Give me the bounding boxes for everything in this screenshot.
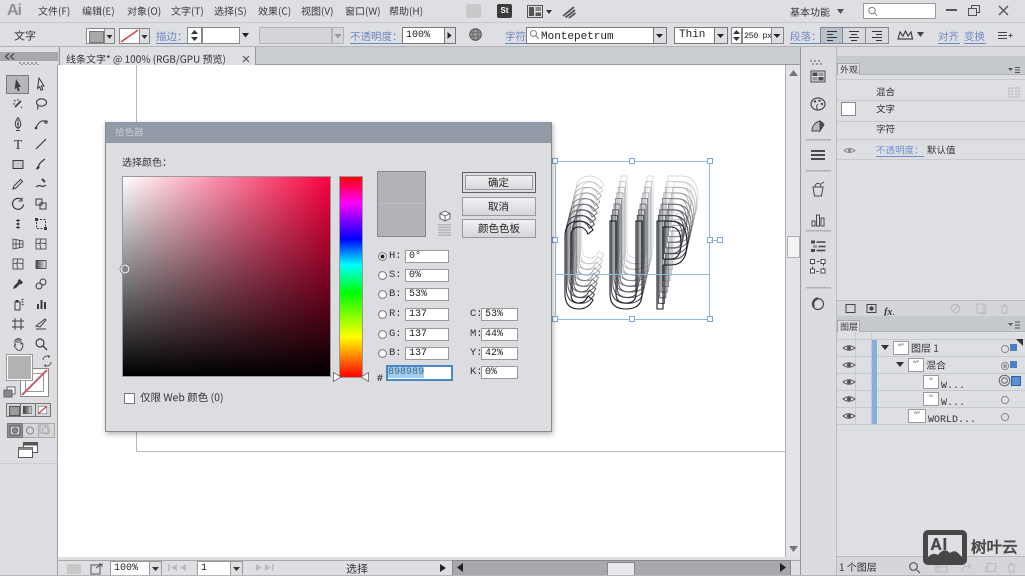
svg-text:T: T (13, 138, 22, 151)
